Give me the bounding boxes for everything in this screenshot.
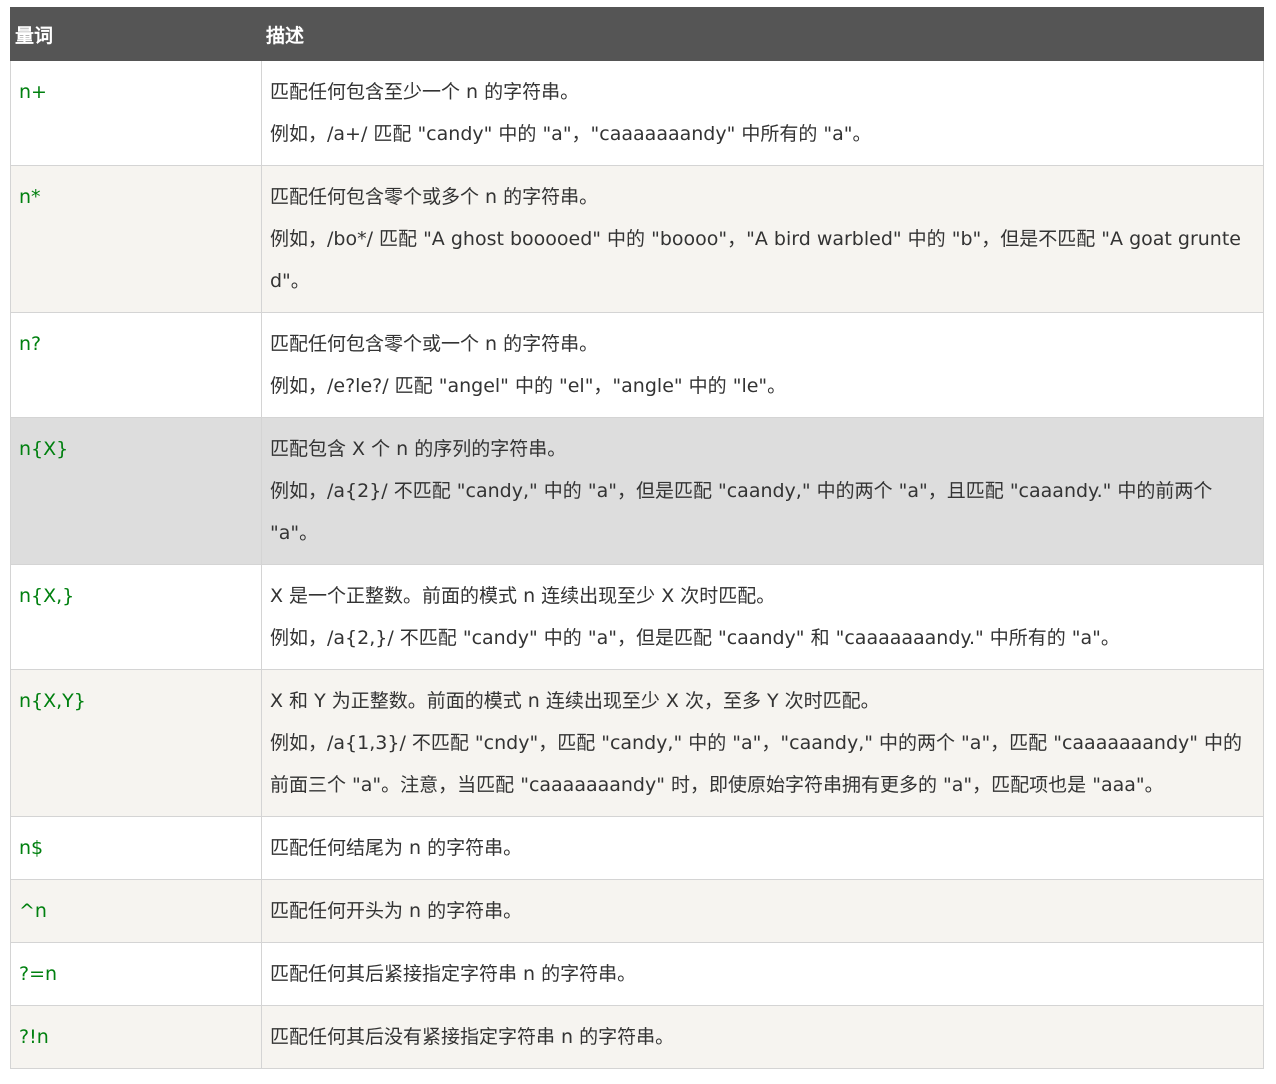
description-line: 匹配任何结尾为 n 的字符串。 — [270, 837, 523, 859]
table-row: ^n 匹配任何开头为 n 的字符串。 — [10, 879, 1264, 943]
quantifier-cell: ?!n — [10, 1005, 262, 1069]
quantifier-cell: n{X,Y} — [10, 669, 262, 817]
table-row: n$ 匹配任何结尾为 n 的字符串。 — [10, 816, 1264, 880]
description-line: 匹配任何开头为 n 的字符串。 — [270, 900, 523, 922]
quantifier-cell: n{X} — [10, 417, 262, 565]
table-row: ?=n 匹配任何其后紧接指定字符串 n 的字符串。 — [10, 942, 1264, 1006]
description-cell: X 是一个正整数。前面的模式 n 连续出现至少 X 次时匹配。 例如，/a{2,… — [261, 564, 1264, 670]
quantifier-cell: n+ — [10, 60, 262, 166]
description-line: X 是一个正整数。前面的模式 n 连续出现至少 X 次时匹配。 — [270, 585, 776, 607]
description-cell: 匹配包含 X 个 n 的序列的字符串。 例如，/a{2}/ 不匹配 "candy… — [261, 417, 1264, 565]
table-row: n{X,Y} X 和 Y 为正整数。前面的模式 n 连续出现至少 X 次，至多 … — [10, 669, 1264, 817]
quantifier-cell: n$ — [10, 816, 262, 880]
description-line: X 和 Y 为正整数。前面的模式 n 连续出现至少 X 次，至多 Y 次时匹配。 — [270, 690, 880, 712]
description-cell: 匹配任何开头为 n 的字符串。 — [261, 879, 1264, 943]
example-line: 例如，/a{2}/ 不匹配 "candy," 中的 "a"，但是匹配 "caan… — [270, 480, 1213, 544]
description-cell: 匹配任何其后没有紧接指定字符串 n 的字符串。 — [261, 1005, 1264, 1069]
table-row: n* 匹配任何包含零个或多个 n 的字符串。 例如，/bo*/ 匹配 "A gh… — [10, 165, 1264, 313]
quantifier-cell: n{X,} — [10, 564, 262, 670]
quantifier-table: 量词 描述 n+ 匹配任何包含至少一个 n 的字符串。 例如，/a+/ 匹配 "… — [10, 7, 1264, 1069]
description-line: 匹配任何其后没有紧接指定字符串 n 的字符串。 — [270, 1026, 675, 1048]
table-row: n+ 匹配任何包含至少一个 n 的字符串。 例如，/a+/ 匹配 "candy"… — [10, 60, 1264, 166]
table-row-highlighted: n{X} 匹配包含 X 个 n 的序列的字符串。 例如，/a{2}/ 不匹配 "… — [10, 417, 1264, 565]
example-line: 例如，/e?le?/ 匹配 "angel" 中的 "el"，"angle" 中的… — [270, 375, 787, 397]
description-cell: 匹配任何包含零个或一个 n 的字符串。 例如，/e?le?/ 匹配 "angel… — [261, 312, 1264, 418]
description-cell: 匹配任何其后紧接指定字符串 n 的字符串。 — [261, 942, 1264, 1006]
description-line: 匹配任何包含零个或多个 n 的字符串。 — [270, 186, 599, 208]
description-line: 匹配任何其后紧接指定字符串 n 的字符串。 — [270, 963, 637, 985]
description-line: 匹配任何包含至少一个 n 的字符串。 — [270, 81, 580, 103]
example-line: 例如，/a{1,3}/ 不匹配 "cndy"，匹配 "candy," 中的 "a… — [270, 732, 1243, 796]
table-row: ?!n 匹配任何其后没有紧接指定字符串 n 的字符串。 — [10, 1005, 1264, 1069]
example-line: 例如，/a+/ 匹配 "candy" 中的 "a"，"caaaaaaandy" … — [270, 123, 872, 145]
quantifier-cell: ^n — [10, 879, 262, 943]
header-description: 描述 — [261, 7, 1264, 61]
example-line: 例如，/bo*/ 匹配 "A ghost booooed" 中的 "boooo"… — [270, 228, 1241, 292]
table-header-row: 量词 描述 — [10, 7, 1264, 61]
quantifier-cell: n? — [10, 312, 262, 418]
example-line: 例如，/a{2,}/ 不匹配 "candy" 中的 "a"，但是匹配 "caan… — [270, 627, 1120, 649]
description-line: 匹配任何包含零个或一个 n 的字符串。 — [270, 333, 599, 355]
description-line: 匹配包含 X 个 n 的序列的字符串。 — [270, 438, 567, 460]
description-cell: 匹配任何包含至少一个 n 的字符串。 例如，/a+/ 匹配 "candy" 中的… — [261, 60, 1264, 166]
quantifier-cell: ?=n — [10, 942, 262, 1006]
description-cell: 匹配任何结尾为 n 的字符串。 — [261, 816, 1264, 880]
description-cell: X 和 Y 为正整数。前面的模式 n 连续出现至少 X 次，至多 Y 次时匹配。… — [261, 669, 1264, 817]
table-row: n? 匹配任何包含零个或一个 n 的字符串。 例如，/e?le?/ 匹配 "an… — [10, 312, 1264, 418]
description-cell: 匹配任何包含零个或多个 n 的字符串。 例如，/bo*/ 匹配 "A ghost… — [261, 165, 1264, 313]
quantifier-cell: n* — [10, 165, 262, 313]
header-quantifier: 量词 — [10, 7, 262, 61]
table-row: n{X,} X 是一个正整数。前面的模式 n 连续出现至少 X 次时匹配。 例如… — [10, 564, 1264, 670]
